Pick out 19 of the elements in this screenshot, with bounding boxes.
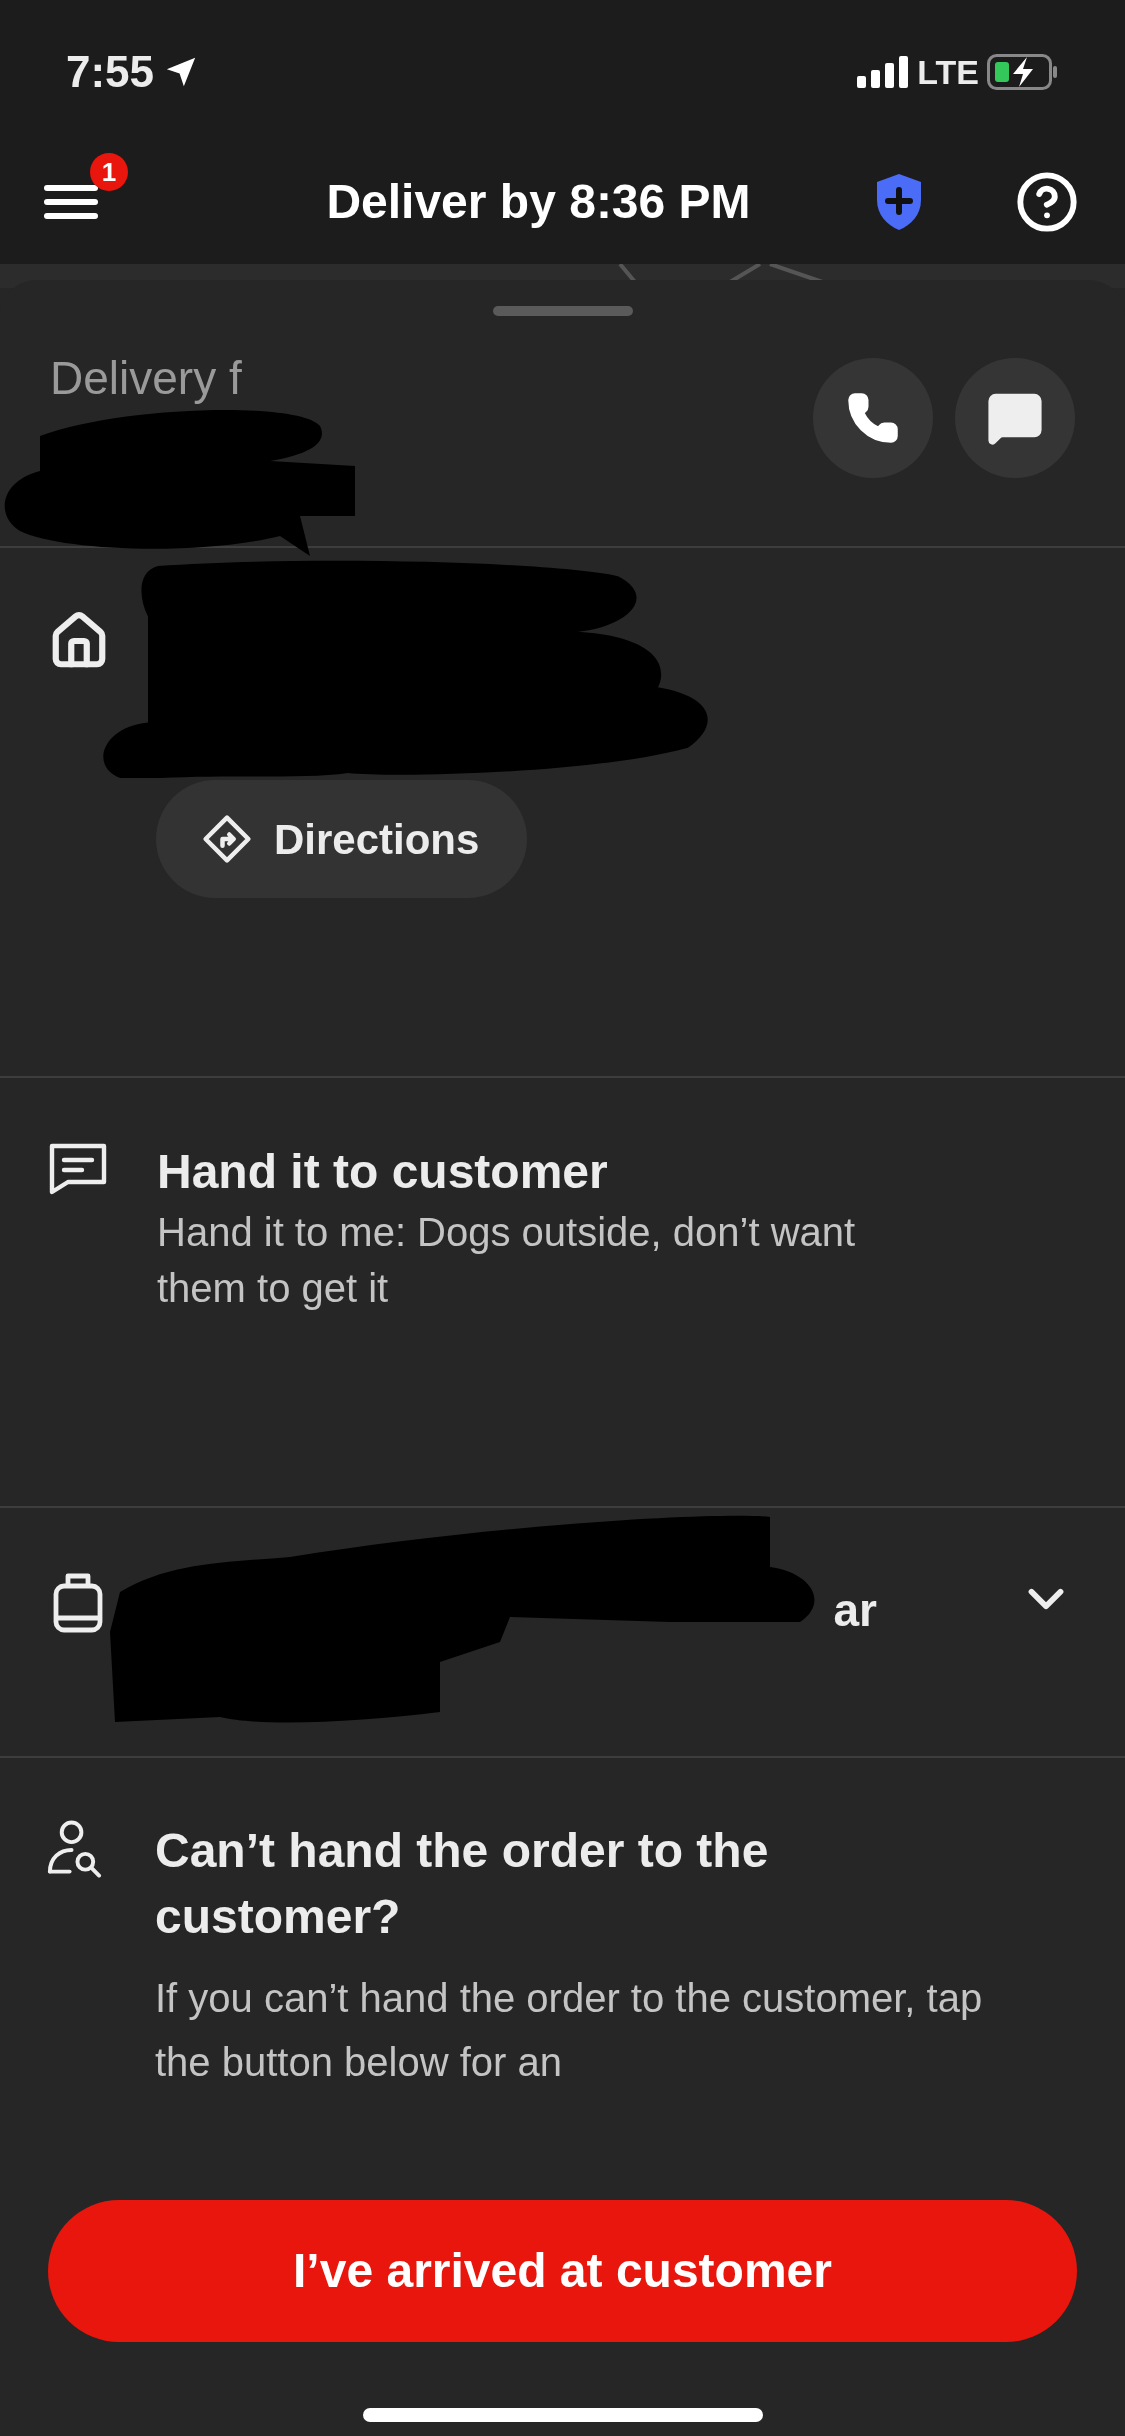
arrived-button[interactable]: I’ve arrived at customer (48, 2200, 1077, 2342)
network-label: LTE (917, 51, 979, 93)
directions-button[interactable]: Directions (156, 780, 528, 898)
signal-icon (857, 56, 910, 88)
customer-label: Delivery f (50, 351, 242, 406)
instruction-note: Hand it to me: Dogs outside, don’t want them to get it (157, 1209, 857, 1312)
help-title: Can’t hand the order to the customer? (155, 1823, 770, 1945)
help-icon[interactable] (1015, 170, 1079, 234)
drag-handle[interactable] (492, 306, 633, 316)
battery-charging-icon (987, 54, 1059, 90)
instruction-title: Hand it to customer (157, 1144, 609, 1200)
directions-sign-icon (200, 812, 254, 866)
phone-icon (846, 391, 900, 445)
header-title: Deliver by 8:36 PM (326, 174, 751, 230)
status-time: 7:55 (66, 46, 155, 98)
menu-icon (44, 183, 100, 221)
notification-badge: 1 (90, 153, 128, 191)
help-text: If you can’t hand the order to the customer, tap the button below for an (155, 1975, 984, 2086)
order-summary: ar (833, 1583, 877, 1638)
